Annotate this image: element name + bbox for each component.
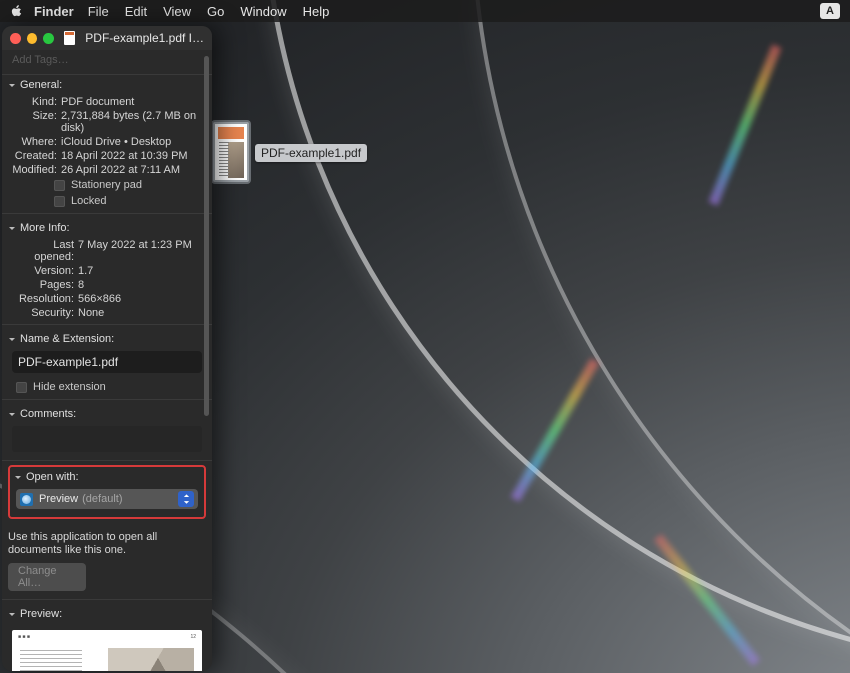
security-value: None <box>78 307 202 319</box>
section-general[interactable]: General: <box>2 75 212 95</box>
window-close-button[interactable] <box>10 33 21 44</box>
chevron-down-icon <box>8 81 16 89</box>
stationery-pad-checkbox[interactable]: Stationery pad <box>2 177 212 193</box>
kind-value: PDF document <box>61 96 202 108</box>
get-info-window: PDF-example1.pdf Info Add Tags… General:… <box>2 26 212 671</box>
open-with-select[interactable]: Preview (default) <box>16 489 198 509</box>
chevron-down-icon <box>8 410 16 418</box>
add-tags-field[interactable]: Add Tags… <box>2 50 212 75</box>
modified-value: 26 April 2022 at 7:11 AM <box>61 164 202 176</box>
file-thumbnail-icon <box>213 122 249 182</box>
preview-thumbnail: ■ ■ ■12 Building environment information… <box>12 630 202 671</box>
section-comments[interactable]: Comments: <box>2 404 212 424</box>
change-all-button[interactable]: Change All… <box>8 563 86 591</box>
input-source-indicator[interactable]: A <box>820 3 840 19</box>
section-open-with[interactable]: Open with: <box>14 471 200 485</box>
size-value: 2,731,884 bytes (2.7 MB on disk) <box>61 110 202 134</box>
title-doc-icon <box>64 31 76 45</box>
updown-arrows-icon <box>178 491 194 507</box>
hide-extension-checkbox[interactable]: Hide extension <box>2 379 212 395</box>
open-with-default-tag: (default) <box>82 493 122 505</box>
window-minimize-button[interactable] <box>27 33 38 44</box>
menu-view[interactable]: View <box>163 4 191 19</box>
menu-edit[interactable]: Edit <box>125 4 147 19</box>
window-title: PDF-example1.pdf Info <box>85 31 204 45</box>
menu-window[interactable]: Window <box>240 4 286 19</box>
where-value: iCloud Drive • Desktop <box>61 136 202 148</box>
filename-input[interactable]: PDF-example1.pdf <box>12 351 202 373</box>
chevron-down-icon <box>8 335 16 343</box>
menubar-app-name[interactable]: Finder <box>34 4 74 19</box>
chevron-down-icon <box>8 224 16 232</box>
info-scrollbar[interactable] <box>204 50 209 671</box>
last-opened-value: 7 May 2022 at 1:23 PM <box>78 239 202 263</box>
menu-file[interactable]: File <box>88 4 109 19</box>
resolution-value: 566×866 <box>78 293 202 305</box>
open-with-app-name: Preview <box>39 493 78 505</box>
desktop-file-pdf-example1[interactable]: PDF-example1.pdf <box>213 122 343 182</box>
locked-checkbox[interactable]: Locked <box>2 193 212 209</box>
open-with-hint: Use this application to open all documen… <box>2 527 212 563</box>
menu-go[interactable]: Go <box>207 4 224 19</box>
titlebar[interactable]: PDF-example1.pdf Info <box>2 26 212 50</box>
preview-app-icon <box>20 493 33 506</box>
menu-help[interactable]: Help <box>303 4 330 19</box>
section-more-info[interactable]: More Info: <box>2 218 212 238</box>
created-value: 18 April 2022 at 10:39 PM <box>61 150 202 162</box>
chevron-down-icon <box>8 610 16 618</box>
open-with-region: Open with: Preview (default) <box>8 465 206 519</box>
file-label: PDF-example1.pdf <box>255 144 367 162</box>
section-name-extension[interactable]: Name & Extension: <box>2 329 212 349</box>
pages-value: 8 <box>78 279 202 291</box>
window-zoom-button[interactable] <box>43 33 54 44</box>
menubar: Finder File Edit View Go Window Help A <box>0 0 850 22</box>
apple-menu-icon[interactable] <box>10 4 24 18</box>
section-preview[interactable]: Preview: <box>2 604 212 624</box>
chevron-down-icon <box>14 473 22 481</box>
version-value: 1.7 <box>78 265 202 277</box>
comments-field[interactable] <box>12 426 202 452</box>
